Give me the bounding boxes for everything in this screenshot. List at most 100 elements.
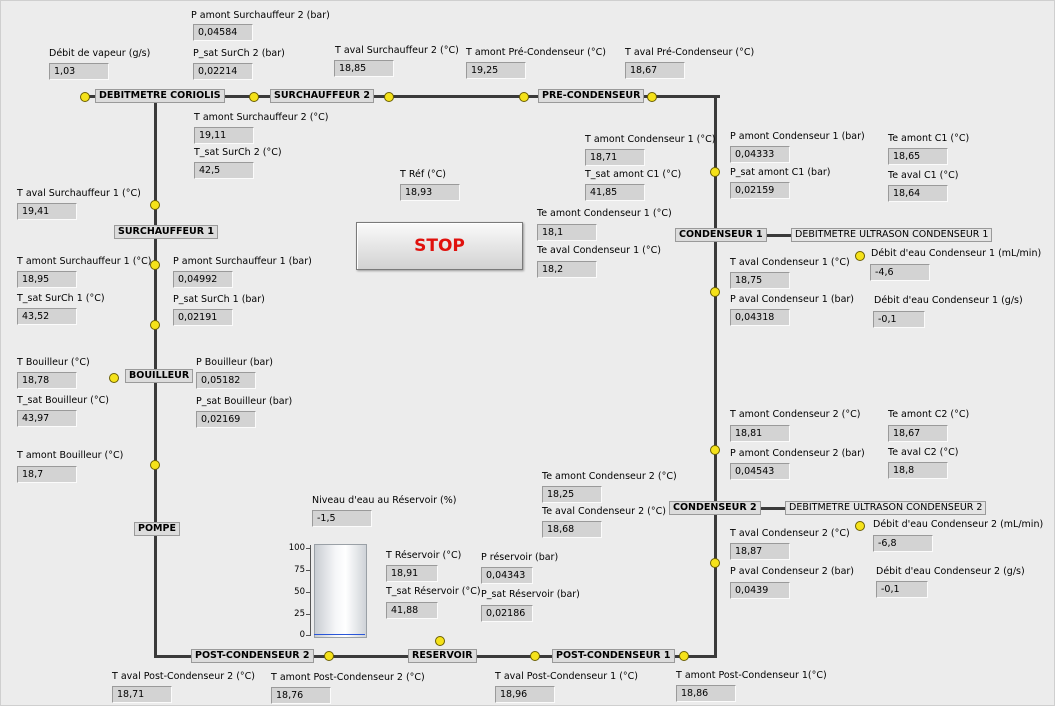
sensor-dot [710, 287, 720, 297]
t-amont-surch2-label: T amont Surchauffeur 2 (°C) [194, 112, 329, 123]
te-amont-c2-label: Te amont Condenseur 2 (°C) [542, 471, 677, 482]
t-sat-bouilleur-value: 43,97 [17, 410, 77, 427]
debitmetre-ultrason-c1: DEBITMETRE ULTRASON CONDENSEUR 1 [791, 228, 993, 242]
p-aval-c1-label: P aval Condenseur 1 (bar) [730, 294, 855, 305]
p-amont-surch2-label: P amont Surchauffeur 2 (bar) [191, 10, 330, 21]
node-surchauffeur-1: SURCHAUFFEUR 1 [114, 225, 218, 239]
t-reservoir-label: T Réservoir (°C) [386, 550, 462, 561]
p-amont-c2-value: 0,04543 [730, 463, 790, 480]
node-post-condenseur-1: POST-CONDENSEUR 1 [552, 649, 675, 663]
t-aval-post1-label: T aval Post-Condenseur 1 (°C) [495, 671, 639, 682]
t-bouilleur-label: T Bouilleur (°C) [17, 357, 90, 368]
t-amont-c2-label: T amont Condenseur 2 (°C) [730, 409, 861, 420]
sensor-dot [519, 92, 529, 102]
p-sat-amont-c1-label: P_sat amont C1 (bar) [730, 167, 831, 178]
node-bouilleur: BOUILLEUR [125, 369, 194, 383]
t-aval-post2-value: 18,71 [112, 686, 172, 703]
te-aval-c2-short-value: 18,8 [888, 462, 948, 479]
t-ref-value: 18,93 [400, 184, 460, 201]
tank-tick-mark [306, 570, 311, 571]
t-aval-c2-value: 18,87 [730, 543, 790, 560]
sensor-dot [150, 200, 160, 210]
t-sat-reservoir-value: 41,88 [386, 602, 438, 619]
p-sat-amont-c1-value: 0,02159 [730, 182, 790, 199]
te-aval-c2-value: 18,68 [542, 521, 602, 538]
tank-tick-mark [306, 548, 311, 549]
t-amont-post2-label: T amont Post-Condenseur 2 (°C) [271, 672, 425, 683]
sensor-dot [710, 167, 720, 177]
t-aval-c2-label: T aval Condenseur 2 (°C) [730, 528, 850, 539]
p-sat-reservoir-value: 0,02186 [481, 605, 533, 622]
t-amont-c1-label: T amont Condenseur 1 (°C) [585, 134, 716, 145]
te-amont-c2-value: 18,25 [542, 486, 602, 503]
p-aval-c2-value: 0,0439 [730, 582, 790, 599]
node-pompe: POMPE [134, 522, 180, 536]
p-reservoir-value: 0,04343 [481, 567, 533, 584]
sensor-dot [80, 92, 90, 102]
tank-tick-label: 100 [288, 543, 305, 553]
t-aval-post2-label: T aval Post-Condenseur 2 (°C) [112, 671, 256, 682]
stop-button[interactable]: STOP [356, 222, 523, 270]
t-aval-pre-value: 18,67 [625, 62, 685, 79]
sensor-dot [679, 651, 689, 661]
p-reservoir-label: P réservoir (bar) [481, 552, 559, 563]
t-aval-c1-label: T aval Condenseur 1 (°C) [730, 257, 850, 268]
p-sat-surch2-value: 0,02214 [193, 63, 253, 80]
reservoir-tank-gauge [314, 544, 367, 638]
t-aval-c1-value: 18,75 [730, 272, 790, 289]
sensor-dot [855, 521, 865, 531]
t-amont-surch1-label: T amont Surchauffeur 1 (°C) [17, 256, 152, 267]
debit-eau-c1-gs-value: -0,1 [873, 311, 925, 328]
te-aval-c1-label: Te aval Condenseur 1 (°C) [537, 245, 661, 256]
t-amont-pre-value: 19,25 [466, 62, 526, 79]
sensor-dot [647, 92, 657, 102]
p-sat-surch1-value: 0,02191 [173, 309, 233, 326]
sensor-dot [249, 92, 259, 102]
debit-vapeur-label: Débit de vapeur (g/s) [49, 48, 151, 59]
sensor-dot [324, 651, 334, 661]
t-reservoir-value: 18,91 [386, 565, 438, 582]
t-bouilleur-value: 18,78 [17, 372, 77, 389]
te-amont-c1-label: Te amont Condenseur 1 (°C) [537, 208, 672, 219]
node-surchauffeur-2: SURCHAUFFEUR 2 [270, 89, 374, 103]
p-sat-bouilleur-label: P_sat Bouilleur (bar) [196, 396, 293, 407]
t-amont-post2-value: 18,76 [271, 687, 331, 704]
t-amont-bouilleur-label: T amont Bouilleur (°C) [17, 450, 124, 461]
t-sat-surch2-value: 42,5 [194, 162, 254, 179]
te-aval-c1-value: 18,2 [537, 261, 597, 278]
p-amont-surch2-value: 0,04584 [193, 24, 253, 41]
sensor-dot [150, 460, 160, 470]
tank-tick-label: 50 [294, 587, 305, 597]
t-amont-pre-label: T amont Pré-Condenseur (°C) [466, 47, 606, 58]
tank-tick-label: 0 [299, 630, 305, 640]
debit-eau-c1-ml-label: Débit d'eau Condenseur 1 (mL/min) [871, 248, 1042, 259]
t-amont-c2-value: 18,81 [730, 425, 790, 442]
te-amont-c1-short-label: Te amont C1 (°C) [888, 133, 970, 144]
sensor-dot [710, 558, 720, 568]
p-sat-reservoir-label: P_sat Réservoir (bar) [481, 589, 580, 600]
sensor-dot [150, 320, 160, 330]
t-aval-post1-value: 18,96 [495, 686, 555, 703]
niveau-reservoir-value: -1,5 [312, 510, 372, 527]
t-aval-surch1-value: 19,41 [17, 203, 77, 220]
sensor-dot [855, 251, 865, 261]
tank-tick-mark [306, 635, 311, 636]
sensor-dot [435, 636, 445, 646]
node-debitmetre-coriolis: DEBITMETRE CORIOLIS [95, 89, 225, 103]
t-amont-bouilleur-value: 18,7 [17, 466, 77, 483]
t-aval-surch2-label: T aval Surchauffeur 2 (°C) [335, 45, 459, 56]
p-amont-surch1-label: P amont Surchauffeur 1 (bar) [173, 256, 312, 267]
t-sat-surch1-value: 43,52 [17, 308, 77, 325]
tank-tick-label: 25 [294, 609, 305, 619]
t-aval-surch1-label: T aval Surchauffeur 1 (°C) [17, 188, 141, 199]
te-amont-c2-short-value: 18,67 [888, 425, 948, 442]
sensor-dot [530, 651, 540, 661]
t-sat-reservoir-label: T_sat Réservoir (°C) [386, 586, 481, 597]
debit-vapeur-value: 1,03 [49, 63, 109, 80]
t-sat-surch1-label: T_sat SurCh 1 (°C) [17, 293, 105, 304]
t-sat-bouilleur-label: T_sat Bouilleur (°C) [17, 395, 109, 406]
p-aval-c2-label: P aval Condenseur 2 (bar) [730, 566, 855, 577]
p-bouilleur-value: 0,05182 [196, 372, 256, 389]
debit-eau-c2-gs-label: Débit d'eau Condenseur 2 (g/s) [876, 566, 1025, 577]
reservoir-level-fill [314, 634, 365, 635]
